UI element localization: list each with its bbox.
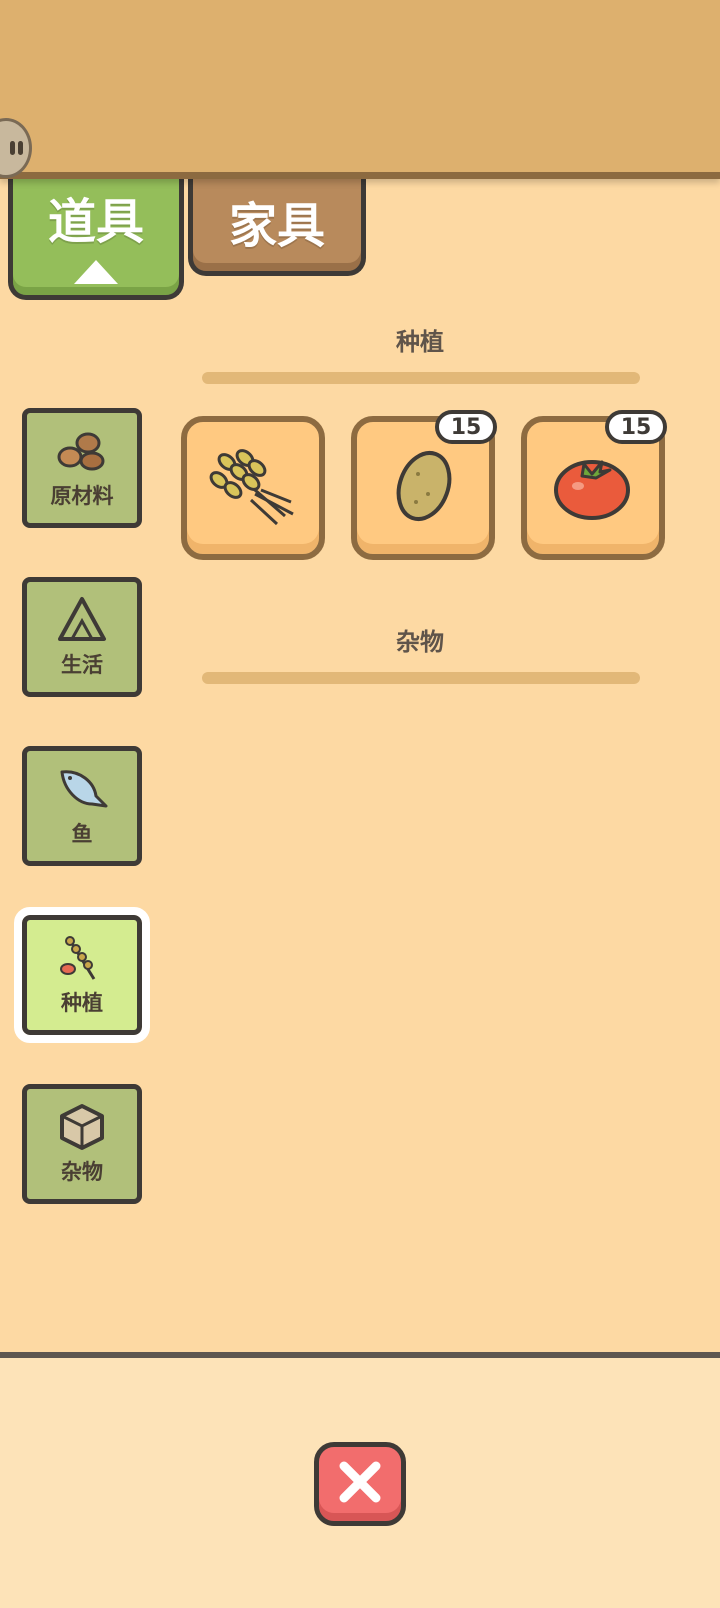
sidebar-item-label: 生活 bbox=[61, 653, 103, 677]
tab-props[interactable]: 道具 bbox=[8, 160, 184, 300]
tab-furniture-label: 家具 bbox=[228, 197, 325, 254]
item-slot-potato[interactable]: 15 bbox=[351, 410, 497, 560]
item-slot-tomato[interactable]: 15 bbox=[521, 410, 667, 560]
section-divider bbox=[202, 372, 640, 384]
sidebar-item-label: 杂物 bbox=[61, 1160, 103, 1184]
section-title-planting: 种植 bbox=[396, 328, 444, 356]
sidebar-item-label: 种植 bbox=[61, 991, 103, 1015]
sidebar-item-raw-materials[interactable]: 原材料 bbox=[22, 408, 142, 528]
item-count-badge: 15 bbox=[435, 410, 497, 444]
wheat-icon bbox=[205, 444, 301, 532]
item-count-badge: 15 bbox=[605, 410, 667, 444]
tab-selected-indicator-icon bbox=[74, 259, 118, 284]
top-banner bbox=[0, 0, 720, 179]
sidebar-item-planting[interactable]: 种植 bbox=[14, 907, 150, 1043]
pause-bar-right bbox=[18, 141, 23, 155]
tomato-icon bbox=[548, 446, 638, 530]
box-icon bbox=[52, 1102, 112, 1152]
potato-icon bbox=[388, 444, 458, 532]
onigiri-icon bbox=[52, 595, 112, 645]
sidebar-item-label: 原材料 bbox=[50, 484, 114, 508]
plant-icon bbox=[52, 933, 112, 983]
pause-bar-left bbox=[10, 141, 15, 155]
sidebar-item-misc[interactable]: 杂物 bbox=[22, 1084, 142, 1204]
item-slot-wheat[interactable] bbox=[181, 416, 325, 560]
sidebar-item-fish[interactable]: 鱼 bbox=[22, 746, 142, 866]
close-icon bbox=[338, 1460, 382, 1508]
section-divider bbox=[202, 672, 640, 684]
close-button[interactable] bbox=[314, 1442, 406, 1526]
sidebar-item-life[interactable]: 生活 bbox=[22, 577, 142, 697]
fish-icon bbox=[52, 764, 112, 814]
section-title-misc: 杂物 bbox=[396, 628, 444, 656]
sidebar-item-label: 鱼 bbox=[71, 822, 93, 846]
nuts-icon bbox=[52, 426, 112, 476]
tab-props-label: 道具 bbox=[47, 193, 144, 250]
